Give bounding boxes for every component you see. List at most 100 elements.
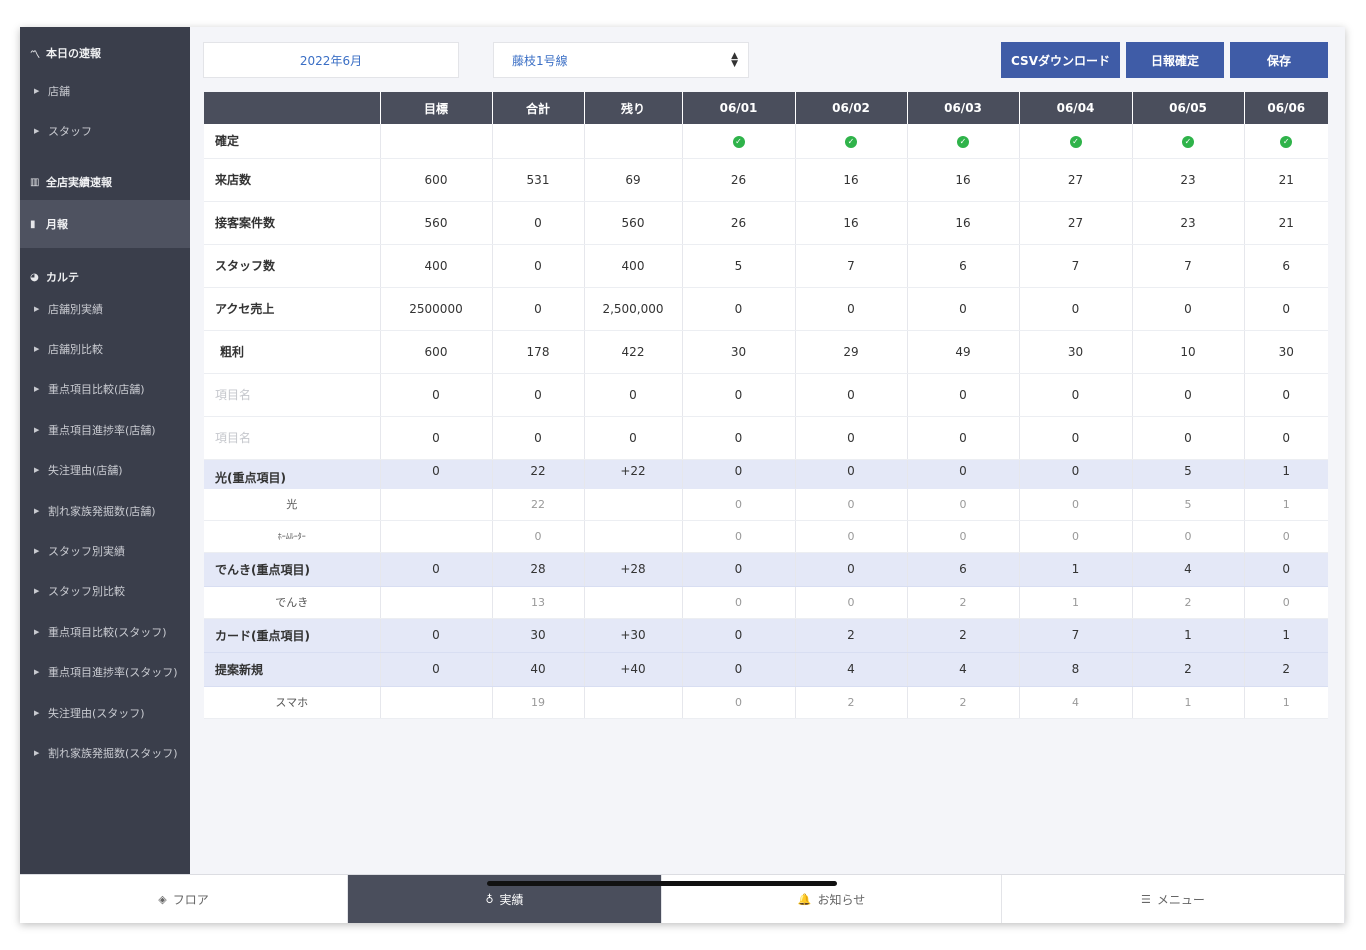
table-cell[interactable]: 26: [681, 158, 795, 202]
table-cell[interactable]: 178: [491, 330, 584, 374]
month-selector[interactable]: 2022年6月: [203, 42, 459, 78]
table-cell[interactable]: 0: [681, 287, 795, 331]
table-cell[interactable]: 16: [794, 201, 907, 245]
table-cell[interactable]: 0: [491, 244, 584, 288]
table-cell[interactable]: +22: [583, 459, 682, 489]
daily-confirm-button[interactable]: 日報確定: [1126, 42, 1224, 78]
confirm-cell[interactable]: ✓: [1018, 124, 1132, 159]
table-cell[interactable]: 0: [491, 201, 584, 245]
table-cell[interactable]: 0: [1243, 552, 1328, 587]
table-cell[interactable]: 0: [906, 459, 1019, 489]
table-cell[interactable]: 6: [1243, 244, 1328, 288]
sidebar-item-5[interactable]: ◕ カルテ: [20, 253, 190, 301]
table-cell[interactable]: 0: [1131, 373, 1244, 417]
table-cell[interactable]: 0: [681, 416, 795, 460]
table-cell[interactable]: 4: [794, 652, 907, 687]
table-cell[interactable]: 10: [1131, 330, 1244, 374]
table-cell[interactable]: [491, 124, 584, 159]
sidebar-item-4[interactable]: ▮ 月報: [20, 200, 190, 248]
table-cell[interactable]: 0: [1243, 416, 1328, 460]
table-cell[interactable]: 600: [379, 158, 492, 202]
table-cell[interactable]: 2: [906, 618, 1019, 653]
table-cell[interactable]: 21: [1243, 158, 1328, 202]
sidebar-item-11[interactable]: ▶ 割れ家族発掘数(店舗): [20, 497, 190, 525]
table-cell[interactable]: 29: [794, 330, 907, 374]
sidebar-item-7[interactable]: ▶ 店舗別比較: [20, 335, 190, 363]
table-cell[interactable]: 400: [583, 244, 682, 288]
csv-download-button[interactable]: CSVダウンロード: [1001, 42, 1120, 78]
table-cell[interactable]: 5: [681, 244, 795, 288]
sidebar-item-0[interactable]: 〽本日の速報: [20, 37, 190, 69]
table-cell[interactable]: 0: [1018, 459, 1132, 489]
table-cell[interactable]: [583, 124, 682, 159]
table-cell[interactable]: 1: [1018, 552, 1132, 587]
tab-0[interactable]: ◈ フロア: [20, 875, 348, 923]
table-cell[interactable]: 0: [1243, 373, 1328, 417]
table-cell[interactable]: 22: [491, 459, 584, 489]
table-cell[interactable]: 2: [1131, 652, 1244, 687]
sidebar-item-12[interactable]: ▶ スタッフ別実績: [20, 537, 190, 565]
table-cell[interactable]: 0: [794, 416, 907, 460]
table-cell[interactable]: [379, 124, 492, 159]
confirm-cell[interactable]: ✓: [1131, 124, 1244, 159]
table-cell[interactable]: 0: [379, 373, 492, 417]
table-cell[interactable]: 0: [1243, 287, 1328, 331]
table-cell[interactable]: 0: [379, 652, 492, 687]
table-cell[interactable]: 30: [681, 330, 795, 374]
sidebar-item-1[interactable]: ▶ 店舗: [20, 77, 190, 105]
table-cell[interactable]: 0: [794, 552, 907, 587]
table-cell[interactable]: 0: [906, 287, 1019, 331]
table-cell[interactable]: 16: [906, 158, 1019, 202]
table-cell[interactable]: 7: [794, 244, 907, 288]
sidebar-item-10[interactable]: ▶ 失注理由(店舗): [20, 456, 190, 484]
table-cell[interactable]: 0: [681, 618, 795, 653]
table-cell[interactable]: 23: [1131, 201, 1244, 245]
line-select[interactable]: 藤枝1号線 ▲ ▼: [493, 42, 749, 78]
table-cell[interactable]: 6: [906, 244, 1019, 288]
table-cell[interactable]: 2: [794, 618, 907, 653]
table-cell[interactable]: 0: [1131, 416, 1244, 460]
table-cell[interactable]: 0: [1018, 416, 1132, 460]
table-cell[interactable]: 0: [906, 373, 1019, 417]
table-cell[interactable]: 5: [1131, 459, 1244, 489]
sidebar-item-3[interactable]: ▥ 全店実績速報: [20, 158, 190, 206]
table-cell[interactable]: 8: [1018, 652, 1132, 687]
table-cell[interactable]: 0: [583, 416, 682, 460]
table-cell[interactable]: 40: [491, 652, 584, 687]
table-cell[interactable]: 0: [906, 416, 1019, 460]
table-cell[interactable]: 16: [794, 158, 907, 202]
table-cell[interactable]: 560: [583, 201, 682, 245]
table-cell[interactable]: 0: [1018, 287, 1132, 331]
table-cell[interactable]: 4: [906, 652, 1019, 687]
table-cell[interactable]: 0: [491, 287, 584, 331]
table-cell[interactable]: 0: [794, 373, 907, 417]
table-cell[interactable]: 1: [1131, 618, 1244, 653]
table-cell[interactable]: 6: [906, 552, 1019, 587]
sidebar-item-15[interactable]: ▶ 重点項目進捗率(スタッフ): [20, 658, 190, 686]
table-cell[interactable]: 69: [583, 158, 682, 202]
table-cell[interactable]: 27: [1018, 201, 1132, 245]
table-cell[interactable]: 7: [1131, 244, 1244, 288]
sidebar-item-2[interactable]: ▶ スタッフ: [20, 117, 190, 145]
table-cell[interactable]: 0: [681, 552, 795, 587]
confirm-cell[interactable]: ✓: [681, 124, 795, 159]
tab-3[interactable]: ☰ メニュー: [1002, 875, 1345, 923]
table-cell[interactable]: 600: [379, 330, 492, 374]
table-cell[interactable]: 531: [491, 158, 584, 202]
table-cell[interactable]: 27: [1018, 158, 1132, 202]
sidebar-item-14[interactable]: ▶ 重点項目比較(スタッフ): [20, 618, 190, 646]
table-cell[interactable]: 49: [906, 330, 1019, 374]
table-cell[interactable]: 30: [1018, 330, 1132, 374]
table-cell[interactable]: 23: [1131, 158, 1244, 202]
table-cell[interactable]: 560: [379, 201, 492, 245]
table-cell[interactable]: 1: [1243, 459, 1328, 489]
table-cell[interactable]: 0: [491, 373, 584, 417]
table-cell[interactable]: 0: [379, 618, 492, 653]
sidebar-item-6[interactable]: ▶ 店舗別実績: [20, 295, 190, 323]
table-cell[interactable]: 30: [491, 618, 584, 653]
table-cell[interactable]: 0: [1018, 373, 1132, 417]
table-cell[interactable]: 7: [1018, 618, 1132, 653]
sidebar-item-13[interactable]: ▶ スタッフ別比較: [20, 577, 190, 605]
table-cell[interactable]: 0: [379, 416, 492, 460]
table-cell[interactable]: 16: [906, 201, 1019, 245]
